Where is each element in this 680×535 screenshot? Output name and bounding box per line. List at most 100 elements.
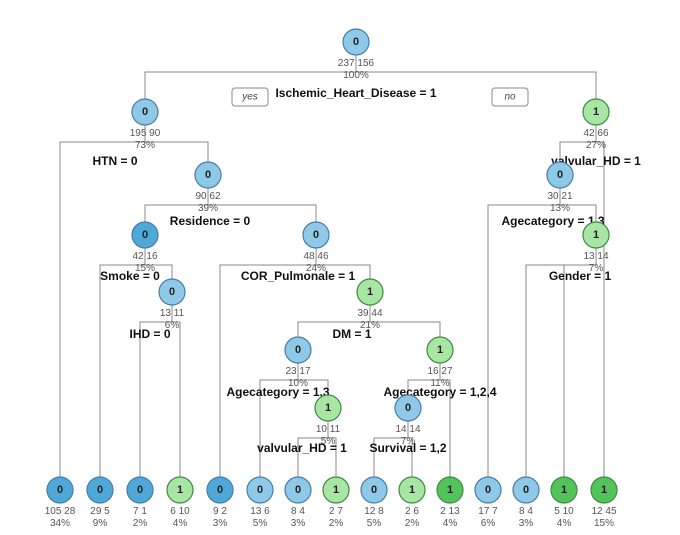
tree-node: 1 2 134% <box>437 477 463 529</box>
node-pct: 2% <box>405 518 420 529</box>
node-pct: 13% <box>550 203 570 214</box>
node-pct: 6% <box>165 320 180 331</box>
tree-node: 12 72% <box>323 477 349 529</box>
node-counts: 7 1 <box>133 506 147 517</box>
node-pct: 15% <box>135 263 155 274</box>
svg-text:0: 0 <box>217 484 223 496</box>
node-pct: 9% <box>93 518 108 529</box>
tree-node: 0105 2834% <box>45 477 76 529</box>
node-pct: 39% <box>198 203 218 214</box>
node-counts: 90 62 <box>195 191 220 202</box>
svg-text:0: 0 <box>295 484 301 496</box>
node-counts: 13 11 <box>160 308 185 319</box>
node-counts: 8 4 <box>291 506 305 517</box>
node-counts: 42 66 <box>583 128 608 139</box>
tree-node: 0 12 85% <box>361 477 387 529</box>
node-counts: 2 13 <box>440 506 460 517</box>
node-pct: 4% <box>557 518 572 529</box>
node-pct: 10% <box>288 378 308 389</box>
node-counts: 105 28 <box>45 506 76 517</box>
tree-node: 030 2113% <box>547 162 573 214</box>
svg-text:0: 0 <box>142 229 148 241</box>
svg-text:1: 1 <box>325 402 331 414</box>
node-pct: 34% <box>50 518 70 529</box>
node-pct: 3% <box>291 518 306 529</box>
tree-node: 0 9 23% <box>207 477 233 529</box>
svg-text:0: 0 <box>137 484 143 496</box>
svg-text:0: 0 <box>257 484 263 496</box>
svg-text:0: 0 <box>353 36 359 48</box>
split-label: Ischemic_Heart_Disease = 1 <box>275 86 436 100</box>
tree-node: 110 115% <box>315 395 341 447</box>
svg-text:1: 1 <box>437 344 443 356</box>
node-counts: 13 6 <box>250 506 270 517</box>
node-pct: 73% <box>135 140 155 151</box>
tree-node: 0 48 4624% <box>303 222 329 274</box>
node-pct: 11% <box>430 378 449 389</box>
node-pct: 2% <box>329 518 344 529</box>
node-counts: 5 10 <box>554 506 574 517</box>
svg-text:1: 1 <box>409 484 415 496</box>
node-counts: 2 6 <box>405 506 419 517</box>
node-counts: 12 45 <box>591 506 616 517</box>
tree-edge <box>488 188 560 477</box>
svg-text:1: 1 <box>561 484 567 496</box>
node-counts: 16 27 <box>427 366 452 377</box>
node-pct: 3% <box>213 518 228 529</box>
split-label: COR_Pulmonale = 1 <box>241 269 356 283</box>
node-counts: 12 8 <box>364 506 384 517</box>
svg-text:0: 0 <box>405 402 411 414</box>
tree-node: 0 7 12% <box>127 477 153 529</box>
node-counts: 29 5 <box>90 506 110 517</box>
tree-node: 090 6239% <box>195 162 221 214</box>
node-pct: 5% <box>367 518 382 529</box>
node-counts: 6 10 <box>170 506 190 517</box>
split-label: Residence = 0 <box>170 214 251 228</box>
node-counts: 8 4 <box>519 506 533 517</box>
node-pct: 5% <box>253 518 268 529</box>
svg-text:0: 0 <box>313 229 319 241</box>
tree-node: 08 43% <box>513 477 539 529</box>
tree-node: 029 59% <box>87 477 113 529</box>
svg-text:0: 0 <box>169 286 175 298</box>
node-pct: 21% <box>360 320 380 331</box>
node-counts: 14 14 <box>395 424 420 435</box>
node-pct: 2% <box>133 518 148 529</box>
svg-text:0: 0 <box>142 106 148 118</box>
node-counts: 17 7 <box>478 506 498 517</box>
node-counts: 10 11 <box>316 424 341 435</box>
node-pct: 15% <box>594 518 614 529</box>
svg-text:no: no <box>504 92 516 103</box>
node-pct: 27% <box>586 140 606 151</box>
tree-node: 0 195 9073% <box>130 99 161 151</box>
node-pct: 7% <box>401 436 416 447</box>
tree-node: 112 4515% <box>591 477 617 529</box>
tree-node: 0 13 65% <box>247 477 273 529</box>
decision-tree-diagram: yesnoIschemic_Heart_Disease = 1HTN = 0va… <box>0 0 680 535</box>
node-pct: 100% <box>343 70 369 81</box>
svg-text:1: 1 <box>593 106 599 118</box>
tree-node: 1 5 104% <box>551 477 577 529</box>
node-counts: 9 2 <box>213 506 227 517</box>
node-counts: 42 16 <box>132 251 157 262</box>
node-pct: 4% <box>443 518 458 529</box>
node-pct: 24% <box>306 263 326 274</box>
svg-text:0: 0 <box>371 484 377 496</box>
node-counts: 39 44 <box>357 308 382 319</box>
tree-node: 0 23 1710% <box>285 337 311 389</box>
tree-node: 139 4421% <box>357 279 383 331</box>
svg-text:1: 1 <box>447 484 453 496</box>
tree-node: 1 16 2711% <box>427 337 453 389</box>
tree-node: 0237 156100% <box>338 29 375 81</box>
node-counts: 48 46 <box>303 251 328 262</box>
node-pct: 7% <box>589 263 604 274</box>
svg-text:0: 0 <box>295 344 301 356</box>
tree-node: 0 42 1615% <box>132 222 158 274</box>
svg-text:0: 0 <box>485 484 491 496</box>
tree-edge <box>596 125 604 477</box>
node-counts: 23 17 <box>285 366 310 377</box>
svg-text:yes: yes <box>241 92 258 103</box>
node-counts: 195 90 <box>130 128 161 139</box>
node-pct: 4% <box>173 518 188 529</box>
node-counts: 13 14 <box>583 251 608 262</box>
